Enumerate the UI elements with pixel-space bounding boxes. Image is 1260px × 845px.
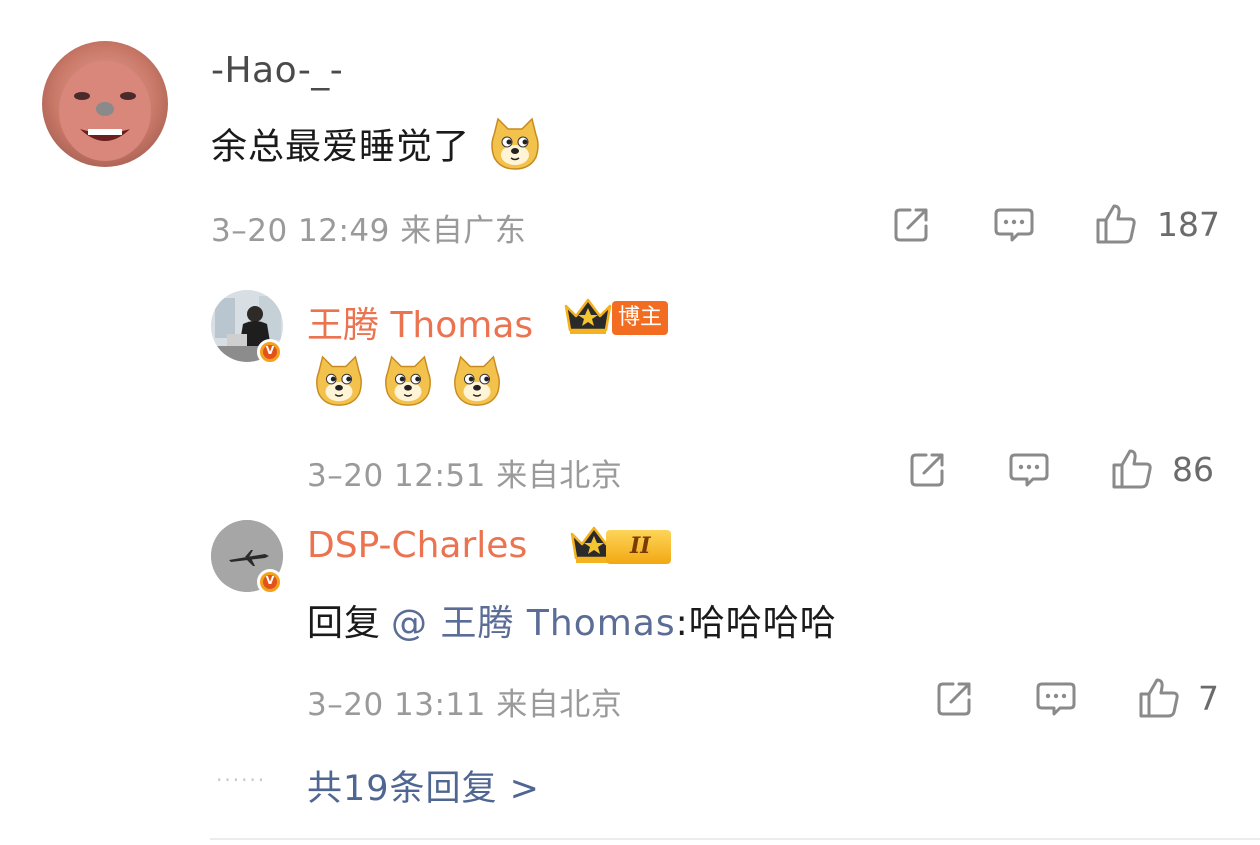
verified-v-icon: V [257, 339, 283, 365]
reply2-text: 回复 @ 王腾 Thomas:哈哈哈哈 [307, 594, 837, 646]
reply1-meta: 3–20 12:51 来自北京 [307, 458, 623, 494]
thumbs-up-icon[interactable] [1094, 202, 1138, 246]
doge-emoji [486, 115, 544, 182]
like-count: 7 [1198, 679, 1219, 718]
comment-icon[interactable] [1007, 447, 1051, 491]
divider [210, 838, 1260, 840]
comment-text-body: 余总最爱睡觉了 [211, 126, 471, 168]
share-icon[interactable] [890, 202, 934, 246]
share-icon[interactable] [933, 676, 977, 720]
reply2-username[interactable]: DSP-Charles [307, 525, 527, 566]
more-replies-link[interactable]: 共19条回复 > [307, 760, 540, 811]
comment-meta: 3–20 12:49 来自广东 [211, 213, 527, 249]
reply2-meta: 3–20 13:11 来自北京 [307, 687, 623, 723]
comment-username[interactable]: -Hao-_- [211, 50, 343, 91]
avatar-hao[interactable] [42, 41, 168, 167]
doge-emoji [449, 353, 505, 413]
bozhu-badge: 博主 [612, 301, 669, 335]
reply-prefix: 回复 [307, 603, 382, 644]
reply1-emojis [311, 353, 505, 413]
more-replies-dots: ······ [216, 768, 267, 792]
verified-v-icon: V [257, 569, 283, 595]
reply1-username[interactable]: 王腾 Thomas [307, 296, 533, 348]
like-count: 187 [1157, 205, 1220, 244]
like-count: 86 [1172, 450, 1214, 489]
crown-icon [562, 296, 614, 340]
mention-link[interactable]: @ 王腾 Thomas [391, 603, 676, 644]
doge-emoji [311, 353, 367, 413]
doge-emoji [380, 353, 436, 413]
comment-icon[interactable] [1034, 676, 1078, 720]
share-icon[interactable] [906, 447, 950, 491]
thumbs-up-icon[interactable] [1110, 447, 1154, 491]
thumbs-up-icon[interactable] [1137, 676, 1181, 720]
level-badge: II [606, 530, 671, 564]
comment-icon[interactable] [992, 202, 1036, 246]
comment-text: 余总最爱睡觉了 [211, 115, 544, 182]
reply2-text-body: :哈哈哈哈 [675, 603, 837, 644]
